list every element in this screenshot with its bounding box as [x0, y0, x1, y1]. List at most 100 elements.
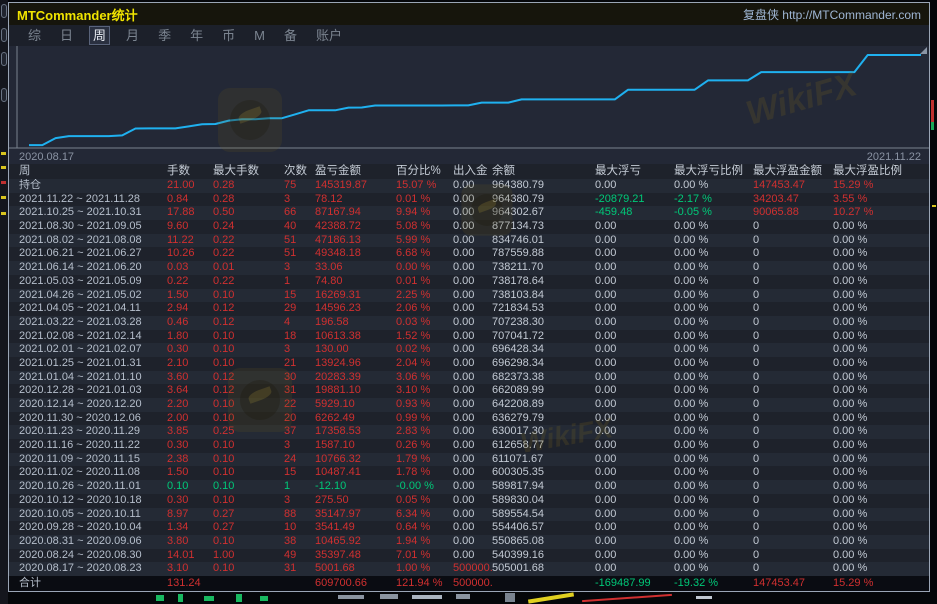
table-row[interactable]: 2020.11.16 ~ 2020.11.220.300.1031587.100…: [9, 439, 929, 453]
cell-7: 964302.67: [492, 206, 595, 220]
menu-item-币[interactable]: 币: [219, 27, 238, 44]
cell-10: 0: [753, 466, 833, 480]
cell-3: 31: [284, 562, 315, 576]
cell-5: 5.08 %: [396, 220, 453, 234]
cell-5: 2.25 %: [396, 289, 453, 303]
table-row[interactable]: 2020.11.23 ~ 2020.11.293.850.253717358.5…: [9, 425, 929, 439]
cell-7: 834746.01: [492, 234, 595, 248]
cell-8: 0.00: [595, 343, 674, 357]
table-row[interactable]: 2020.10.26 ~ 2020.11.010.100.101-12.10-0…: [9, 480, 929, 494]
table-row[interactable]: 2020.11.02 ~ 2020.11.081.500.101510487.4…: [9, 466, 929, 480]
cell-period: 2020.09.28 ~ 2020.10.04: [9, 521, 167, 535]
table-row-open-positions[interactable]: 持仓21.000.2875145319.8715.07 %0.00964380.…: [9, 179, 929, 193]
cell-period: 2021.02.01 ~ 2021.02.07: [9, 343, 167, 357]
cell-3: [284, 576, 315, 591]
table-row[interactable]: 2021.02.01 ~ 2021.02.070.300.103130.000.…: [9, 343, 929, 357]
menu-item-综[interactable]: 综: [25, 27, 44, 44]
cell-1: 9.60: [167, 220, 213, 234]
menu-item-日[interactable]: 日: [57, 27, 76, 44]
cell-7: 707238.30: [492, 316, 595, 330]
table-row[interactable]: 2020.12.28 ~ 2021.01.033.640.123119881.1…: [9, 384, 929, 398]
cell-6: 0.00: [453, 425, 492, 439]
cell-10: 90065.88: [753, 206, 833, 220]
table-row[interactable]: 2020.09.28 ~ 2020.10.041.340.27103541.49…: [9, 521, 929, 535]
cell-4: 16269.31: [315, 289, 396, 303]
menu-item-年[interactable]: 年: [187, 27, 206, 44]
cell-1: 2.38: [167, 453, 213, 467]
cell-5: 0.26 %: [396, 439, 453, 453]
table-row[interactable]: 2020.11.09 ~ 2020.11.152.380.102410766.3…: [9, 453, 929, 467]
table-row[interactable]: 2021.04.26 ~ 2021.05.021.500.101516269.3…: [9, 289, 929, 303]
table-row[interactable]: 2021.01.04 ~ 2021.01.103.600.123020283.3…: [9, 371, 929, 385]
menu-item-M[interactable]: M: [251, 27, 268, 44]
cell-7: 696298.34: [492, 357, 595, 371]
cell-9: -0.05 %: [674, 206, 753, 220]
cell-1: 0.10: [167, 480, 213, 494]
cell-6: 500000.00: [453, 562, 492, 576]
cell-4: 10613.38: [315, 330, 396, 344]
title-bar[interactable]: MTCommander统计 复盘侠 http://MTCommander.com: [9, 3, 929, 25]
table-row[interactable]: 2021.08.02 ~ 2021.08.0811.220.225147186.…: [9, 234, 929, 248]
menu-item-周[interactable]: 周: [89, 26, 110, 45]
cell-3: 3: [284, 343, 315, 357]
cell-4: 78.12: [315, 193, 396, 207]
cell-2: 0.10: [213, 453, 284, 467]
table-row[interactable]: 2021.01.25 ~ 2021.01.312.100.102113924.9…: [9, 357, 929, 371]
cell-1: 131.24: [167, 576, 213, 591]
cell-11: 0.00 %: [833, 384, 929, 398]
cell-2: 0.12: [213, 302, 284, 316]
cell-1: 1.50: [167, 466, 213, 480]
cell-8: -169487.99: [595, 576, 674, 591]
cell-9: -2.17 %: [674, 193, 753, 207]
table-row[interactable]: 2020.10.05 ~ 2020.10.118.970.278835147.9…: [9, 508, 929, 522]
cell-2: 0.22: [213, 275, 284, 289]
cell-5: 0.01 %: [396, 193, 453, 207]
table-row[interactable]: 2020.08.31 ~ 2020.09.063.800.103810465.9…: [9, 535, 929, 549]
cell-9: 0.00 %: [674, 275, 753, 289]
cell-9: 0.00 %: [674, 357, 753, 371]
table-row[interactable]: 2021.04.05 ~ 2021.04.112.940.122914596.2…: [9, 302, 929, 316]
table-row[interactable]: 2020.08.17 ~ 2020.08.233.100.10315001.68…: [9, 562, 929, 576]
cell-11: 最大浮盈比例: [833, 164, 929, 179]
table-row[interactable]: 2021.10.25 ~ 2021.10.3117.880.506687167.…: [9, 206, 929, 220]
cell-2: 0.27: [213, 521, 284, 535]
brand-link[interactable]: 复盘侠 http://MTCommander.com: [743, 6, 921, 23]
table-row[interactable]: 2020.11.30 ~ 2020.12.062.000.10206262.49…: [9, 412, 929, 426]
cell-10: 0: [753, 289, 833, 303]
table-row[interactable]: 2021.03.22 ~ 2021.03.280.460.124196.580.…: [9, 316, 929, 330]
cell-6: 0.00: [453, 275, 492, 289]
cell-1: 2.10: [167, 357, 213, 371]
cell-6: 0.00: [453, 357, 492, 371]
table-row[interactable]: 2020.08.24 ~ 2020.08.3014.011.004935397.…: [9, 549, 929, 563]
table-row[interactable]: 2020.10.12 ~ 2020.10.180.300.103275.500.…: [9, 494, 929, 508]
cell-3: 3: [284, 261, 315, 275]
table-row[interactable]: 2021.08.30 ~ 2021.09.059.600.244042388.7…: [9, 220, 929, 234]
cell-5: 6.68 %: [396, 247, 453, 261]
cell-5: 1.94 %: [396, 535, 453, 549]
cell-9: 0.00 %: [674, 384, 753, 398]
cell-9: 0.00 %: [674, 261, 753, 275]
table-total-row[interactable]: 合计131.24609700.66121.94 %500000.00-16948…: [9, 576, 929, 591]
cell-6: 0.00: [453, 466, 492, 480]
equity-chart[interactable]: 2020.08.17 2021.11.22: [9, 46, 929, 164]
table-row[interactable]: 2021.06.21 ~ 2021.06.2710.260.225149348.…: [9, 247, 929, 261]
cell-11: 0.00 %: [833, 466, 929, 480]
table-row[interactable]: 2021.02.08 ~ 2021.02.141.800.101810613.3…: [9, 330, 929, 344]
cell-8: 最大浮亏: [595, 164, 674, 179]
chart-end-date: 2021.11.22: [867, 151, 921, 163]
menu-item-备[interactable]: 备: [281, 27, 300, 44]
table-row[interactable]: 2021.06.14 ~ 2021.06.200.030.01333.060.0…: [9, 261, 929, 275]
cell-2: 0.10: [213, 480, 284, 494]
table-row[interactable]: 2021.05.03 ~ 2021.05.090.220.22174.800.0…: [9, 275, 929, 289]
cell-10: 0: [753, 234, 833, 248]
table-row[interactable]: 2021.11.22 ~ 2021.11.280.840.28378.120.0…: [9, 193, 929, 207]
cell-6: 0.00: [453, 316, 492, 330]
cell-7: [492, 576, 595, 591]
cell-2: 0.27: [213, 508, 284, 522]
table-row[interactable]: 2020.12.14 ~ 2020.12.202.200.10225929.10…: [9, 398, 929, 412]
cell-11: 15.29 %: [833, 179, 929, 193]
menu-item-月[interactable]: 月: [123, 27, 142, 44]
menu-item-账户[interactable]: 账户: [313, 27, 345, 44]
cell-8: 0.00: [595, 398, 674, 412]
menu-item-季[interactable]: 季: [155, 27, 174, 44]
